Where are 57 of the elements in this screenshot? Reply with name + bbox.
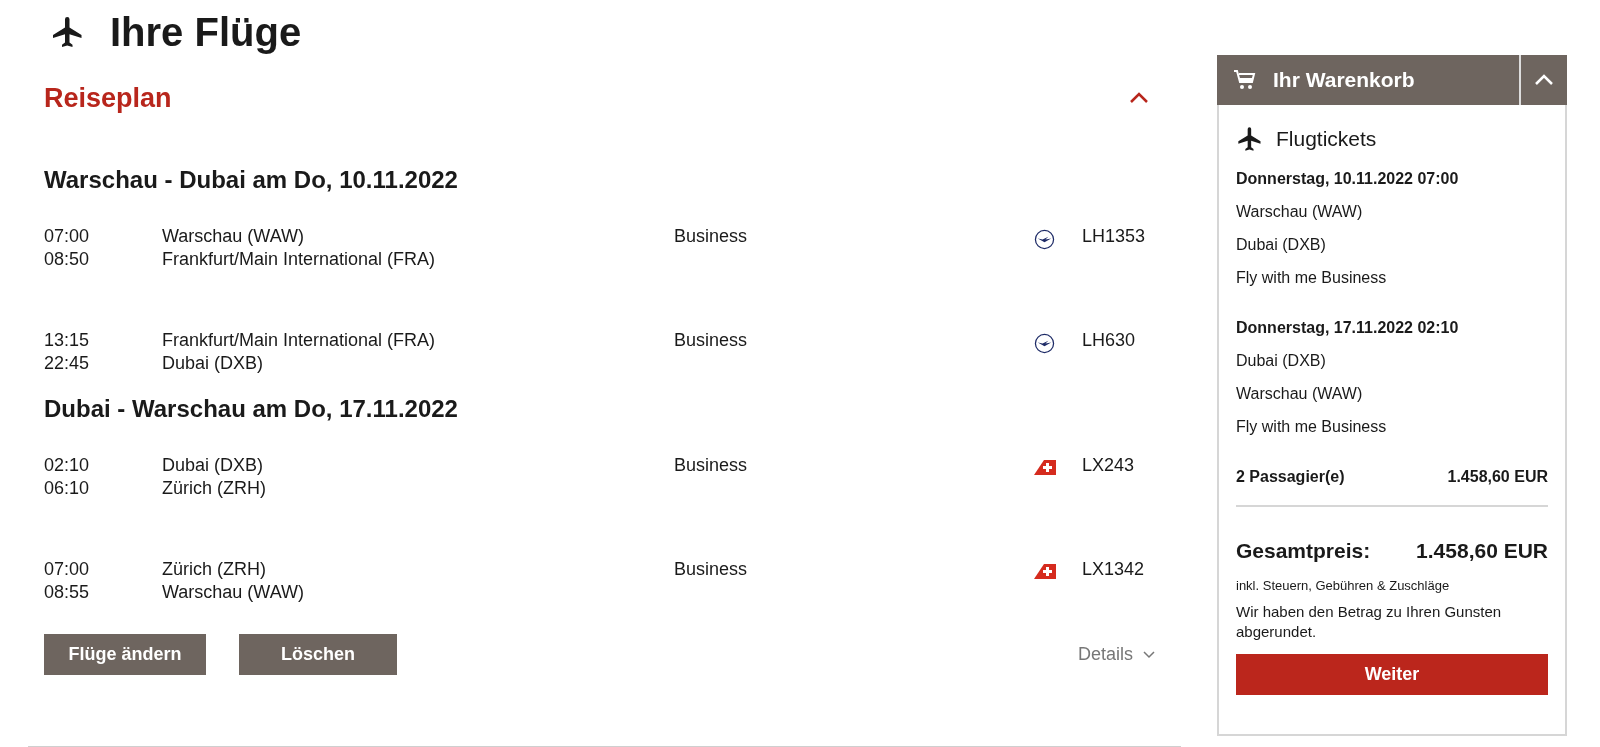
page-title: Ihre Flüge <box>110 12 302 52</box>
departure-time: 02:10 <box>44 454 91 477</box>
ticket-date: Donnerstag, 10.11.2022 07:00 <box>1236 168 1460 189</box>
fare-name: Fly with me Business <box>1236 416 1388 437</box>
journey-heading: Warschau - Dubai am Do, 10.11.2022 <box>44 165 459 195</box>
destination-airport: Dubai (DXB) <box>1236 234 1327 255</box>
origin-airport: Dubai (DXB) <box>162 454 265 477</box>
destination-airport: Dubai (DXB) <box>162 352 265 375</box>
change-flights-button[interactable]: Flüge ändern <box>44 634 206 675</box>
arrival-time: 08:50 <box>44 248 91 271</box>
section-title: Flugtickets <box>1276 126 1377 152</box>
airplane-icon <box>1236 124 1264 153</box>
chevron-down-icon <box>1143 650 1155 659</box>
cabin-class: Business <box>674 329 749 352</box>
origin-airport: Dubai (DXB) <box>1236 350 1327 371</box>
tax-note: inkl. Steuern, Gebühren & Zuschläge <box>1236 577 1451 595</box>
delete-button[interactable]: Löschen <box>239 634 397 675</box>
passengers-label: 2 Passagier(e) <box>1236 466 1345 487</box>
total-price: 1.458,60 EUR <box>1416 537 1548 564</box>
flight-number: LX243 <box>1082 454 1136 477</box>
origin-airport: Frankfurt/Main International (FRA) <box>162 329 437 352</box>
origin-airport: Warschau (WAW) <box>1236 201 1364 222</box>
fare-name: Fly with me Business <box>1236 267 1388 288</box>
flight-number: LH1353 <box>1082 225 1147 248</box>
shopping-cart-icon <box>1233 69 1257 91</box>
arrival-time: 08:55 <box>44 581 91 604</box>
details-link[interactable]: Details <box>1077 641 1155 668</box>
bird-in-circle-icon <box>1034 333 1055 354</box>
passengers-price: 1.458,60 EUR <box>1447 466 1548 487</box>
destination-airport: Frankfurt/Main International (FRA) <box>162 248 437 271</box>
rounding-note: Wir haben den Betrag zu Ihren Gunsten abgerundet. <box>1236 601 1503 642</box>
total-label: Gesamtpreis: <box>1236 537 1371 564</box>
origin-airport: Zürich (ZRH) <box>162 558 267 581</box>
origin-airport: Warschau (WAW) <box>162 225 305 248</box>
destination-airport: Warschau (WAW) <box>1236 383 1364 404</box>
tail-fin-icon <box>1034 562 1056 580</box>
cabin-class: Business <box>674 558 749 581</box>
departure-time: 07:00 <box>44 225 91 248</box>
tail-fin-icon <box>1034 458 1056 476</box>
flight-number: LH630 <box>1082 329 1137 352</box>
continue-button[interactable]: Weiter <box>1236 653 1548 695</box>
cabin-class: Business <box>674 454 749 477</box>
ticket-date: Donnerstag, 17.11.2022 02:10 <box>1236 317 1460 338</box>
cart-title: Ihr Warenkorb <box>1273 67 1415 94</box>
chevron-icon <box>1129 92 1149 104</box>
cabin-class: Business <box>674 225 749 248</box>
departure-time: 13:15 <box>44 329 91 352</box>
departure-time: 07:00 <box>44 558 91 581</box>
section-title: Reiseplan <box>44 81 172 115</box>
chevron-icon <box>1534 74 1554 86</box>
flight-number: LX1342 <box>1082 558 1146 581</box>
bird-in-circle-icon <box>1034 229 1055 250</box>
journey-heading: Dubai - Warschau am Do, 17.11.2022 <box>44 394 459 424</box>
arrival-time: 22:45 <box>44 352 91 375</box>
destination-airport: Warschau (WAW) <box>162 581 305 604</box>
destination-airport: Zürich (ZRH) <box>162 477 267 500</box>
arrival-time: 06:10 <box>44 477 91 500</box>
